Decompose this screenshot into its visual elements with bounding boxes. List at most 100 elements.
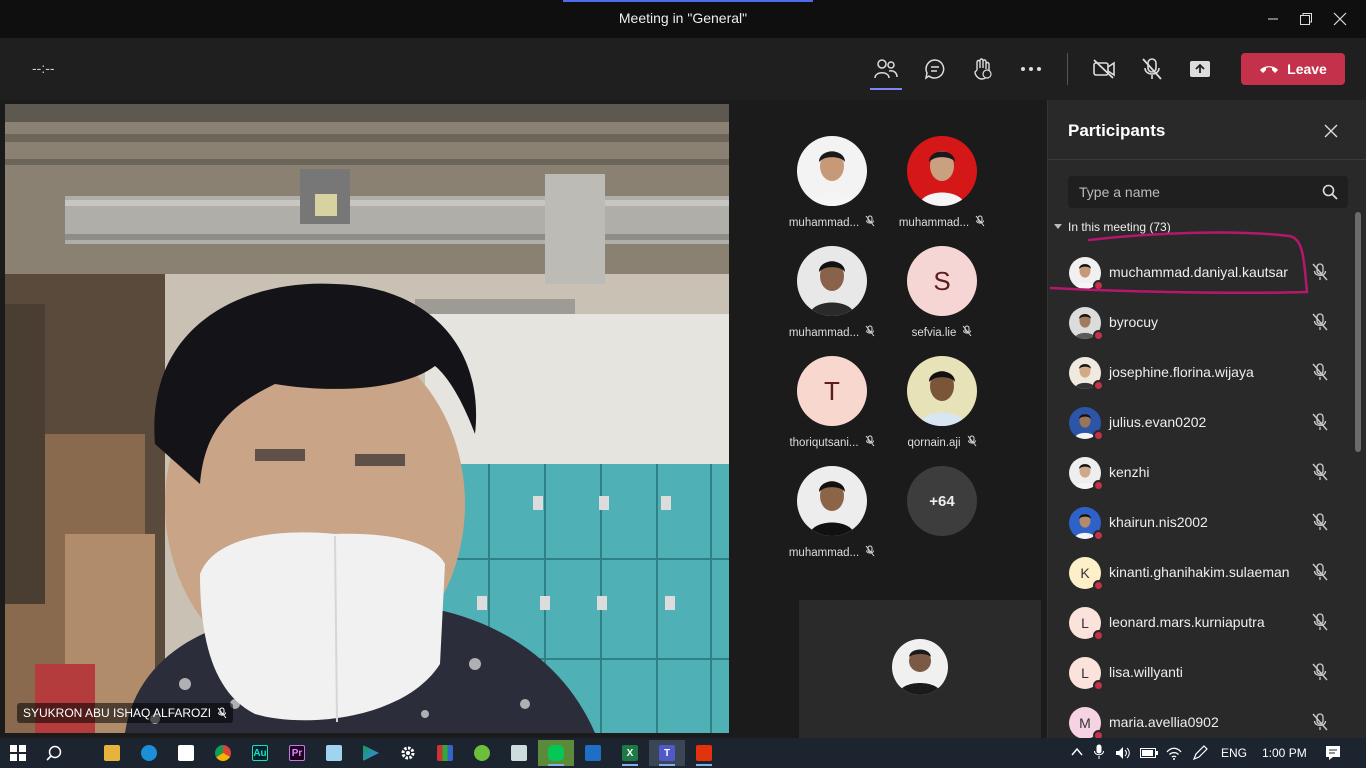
mic-off-icon[interactable] [1312,613,1328,636]
windows-logo-icon [10,745,26,761]
raise-hand-icon [974,58,992,80]
participants-button[interactable] [866,50,906,90]
mic-off-icon[interactable] [1312,563,1328,586]
taskbar-acrobat[interactable] [686,740,722,766]
taskbar-line[interactable] [538,740,574,766]
gallery-tile[interactable]: muhammad... [777,246,887,356]
mic-off-icon [865,215,875,230]
audition-icon: Au [252,745,268,761]
mic-off-icon[interactable] [1312,413,1328,436]
mic-off-icon[interactable] [1312,513,1328,536]
close-icon [1333,12,1347,26]
in-meeting-section-toggle[interactable]: In this meeting (73) [1054,220,1171,234]
taskbar-paint[interactable] [575,740,611,766]
window-title: Meeting in "General" [618,10,748,26]
close-icon [1324,124,1338,138]
tray-microphone-icon[interactable] [1094,744,1104,760]
tray-battery-icon[interactable] [1140,748,1158,758]
photos-icon [511,745,527,761]
more-participants-button[interactable]: +64 [907,466,977,536]
chat-icon [924,59,945,80]
mic-off-icon[interactable] [1312,263,1328,286]
tile-name: muhammad... [788,546,860,559]
participant-avatar [1069,507,1104,541]
taskbar-winrar[interactable] [427,740,463,766]
participant-row[interactable]: kenzhi [1048,448,1353,498]
panel-title: Participants [1068,121,1166,140]
notifications-icon[interactable] [1325,745,1341,761]
tray-chevron-up-icon[interactable] [1071,747,1083,757]
participant-row[interactable]: byrocuy [1048,298,1353,348]
mic-off-icon[interactable] [1312,313,1328,336]
taskbar-photos[interactable] [501,740,537,766]
participant-name: julius.evan0202 [1109,414,1207,430]
taskbar-edge[interactable] [131,740,167,766]
more-actions-button[interactable] [1011,50,1051,88]
tray-clock[interactable]: 1:00 PM [1262,746,1307,760]
taskbar-notepad[interactable] [316,740,352,766]
panel-divider [1048,159,1366,160]
participant-row[interactable]: khairun.nis2002 [1048,498,1353,548]
tile-name: sefvia.lie [911,326,957,339]
leave-button[interactable]: Leave [1241,53,1345,85]
close-button[interactable] [1317,0,1363,38]
tile-name: qornain.aji [907,436,961,449]
restore-icon [1300,13,1312,25]
taskbar-utorrent[interactable] [464,740,500,766]
self-avatar [892,639,948,695]
taskbar-teams[interactable]: T [649,740,685,766]
tray-language[interactable]: ENG [1221,746,1247,760]
panel-close-button[interactable] [1320,120,1342,142]
start-button[interactable] [0,740,36,766]
participant-search-input[interactable] [1068,176,1308,208]
mic-off-icon [1142,58,1162,80]
tray-pen-icon[interactable] [1192,745,1208,761]
participant-row[interactable]: Lleonard.mars.kurniaputra [1048,598,1353,648]
taskbar-chrome[interactable] [205,740,241,766]
tray-volume-icon[interactable] [1115,746,1131,760]
taskbar-store[interactable] [168,740,204,766]
participant-row[interactable]: julius.evan0202 [1048,398,1353,448]
taskbar-excel[interactable]: X [612,740,648,766]
play-icon [363,745,379,761]
participant-avatar [1069,257,1104,291]
main-video-name: SYUKRON ABU ISHAQ ALFAROZI [23,706,212,720]
gallery-tile[interactable]: Tthoriqutsani... [777,356,887,466]
participant-row[interactable]: muchammad.daniyal.kautsar [1048,248,1353,298]
mic-off-icon [962,325,972,340]
panel-scrollbar[interactable] [1355,212,1361,452]
taskbar-settings[interactable] [390,740,426,766]
mic-toggle-button[interactable] [1132,50,1172,88]
gallery-tile[interactable]: muhammad... [777,136,887,246]
participant-avatar [797,466,867,536]
camera-toggle-button[interactable] [1084,50,1124,88]
mic-off-icon [865,325,875,340]
taskbar-audition[interactable]: Au [242,740,278,766]
participant-row[interactable]: Kkinanti.ghanihakim.sulaeman [1048,548,1353,598]
chat-button[interactable] [915,50,955,88]
participant-row[interactable]: josephine.florina.wijaya [1048,348,1353,398]
participant-row[interactable]: Llisa.willyanti [1048,648,1353,698]
mic-off-icon[interactable] [1312,463,1328,486]
excel-icon: X [622,745,638,761]
taskbar-file-explorer[interactable] [94,740,130,766]
participant-avatar [907,356,977,426]
share-button[interactable] [1180,50,1220,88]
mic-off-icon[interactable] [1312,713,1328,736]
mic-off-icon[interactable] [1312,663,1328,686]
reactions-button[interactable] [963,50,1003,88]
gallery-tile[interactable]: muhammad... [777,466,887,576]
mic-off-icon[interactable] [1312,363,1328,386]
gallery-tile[interactable]: muhammad... [887,136,997,246]
taskbar-play-store[interactable] [353,740,389,766]
gallery-tile[interactable]: qornain.aji [887,356,997,466]
tile-name-row: muhammad... [777,215,887,230]
more-icon [1021,67,1041,71]
participant-avatar: T [797,356,867,426]
tray-wifi-icon[interactable] [1166,746,1182,760]
main-video[interactable]: SYUKRON ABU ISHAQ ALFAROZI [5,104,729,733]
taskbar-premiere[interactable]: Pr [279,740,315,766]
search-icon [1322,184,1338,200]
gallery-tile[interactable]: Ssefvia.lie [887,246,997,356]
taskbar-search-button[interactable] [36,740,72,766]
